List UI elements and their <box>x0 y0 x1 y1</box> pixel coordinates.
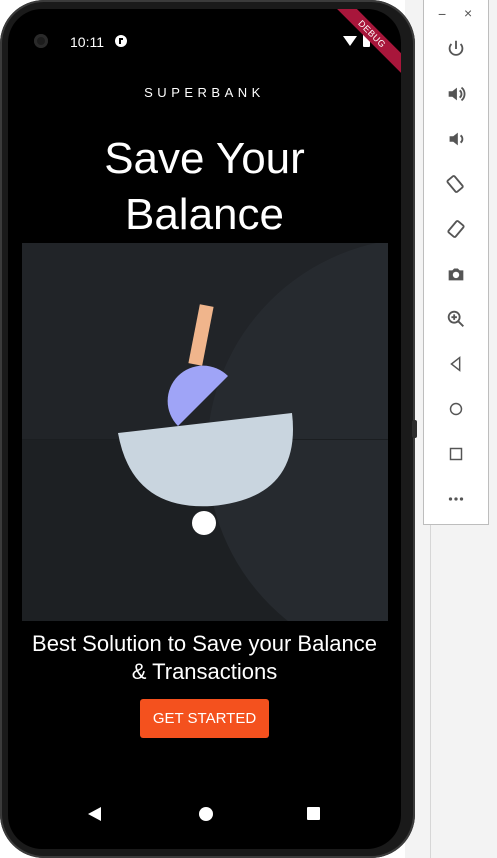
toolbar-window-controls: − × <box>424 5 488 22</box>
illustration-svg <box>22 243 388 621</box>
zoom-icon <box>447 310 464 327</box>
side-button <box>412 420 417 438</box>
emulator-toolbar: − × <box>423 0 489 525</box>
rotate-right-button[interactable] <box>442 215 470 243</box>
android-nav-bar <box>8 799 401 829</box>
nav-home-icon[interactable] <box>199 807 213 821</box>
status-bar: 10:11 DEBUG <box>8 9 401 78</box>
page-title: Save Your Balance <box>104 134 305 239</box>
volume-up-button[interactable] <box>442 80 470 108</box>
back-icon <box>450 356 461 372</box>
rotate-left-button[interactable] <box>442 170 470 198</box>
volume-down-icon <box>449 132 464 146</box>
phone-screen: 10:11 DEBUG SUPERBANK Save YourBalance <box>8 9 401 849</box>
camera-icon <box>448 268 464 281</box>
screenshot-button[interactable] <box>442 260 470 288</box>
balance-illustration <box>22 243 388 621</box>
status-time: 10:11 <box>70 34 104 50</box>
nav-overview-icon[interactable] <box>307 807 320 820</box>
minimize-button[interactable]: − <box>438 6 446 22</box>
device-frame: 10:11 DEBUG SUPERBANK Save YourBalance <box>0 0 417 858</box>
more-button[interactable] <box>442 485 470 513</box>
nav-back-icon[interactable] <box>88 807 101 821</box>
rotate-left-icon <box>446 175 464 193</box>
power-button[interactable] <box>442 35 470 63</box>
volume-down-button[interactable] <box>442 125 470 153</box>
balance-ball <box>192 511 216 535</box>
overview-button[interactable] <box>442 440 470 468</box>
tagline: Best Solution to Save your Balance & Tran… <box>32 631 377 684</box>
overview-icon <box>449 447 463 461</box>
wifi-icon <box>343 36 357 46</box>
more-icon <box>448 497 464 501</box>
get-started-button[interactable]: GET STARTED <box>140 699 269 738</box>
flutter-notification-icon <box>115 35 127 47</box>
back-button[interactable] <box>442 350 470 378</box>
rotate-right-icon <box>447 220 465 238</box>
home-button[interactable] <box>442 395 470 423</box>
power-icon <box>448 40 464 56</box>
front-camera <box>34 34 48 48</box>
zoom-button[interactable] <box>442 305 470 333</box>
brand-name: SUPERBANK <box>144 85 265 100</box>
close-button[interactable]: × <box>464 5 472 21</box>
home-icon <box>449 402 463 416</box>
volume-up-icon <box>448 86 466 102</box>
